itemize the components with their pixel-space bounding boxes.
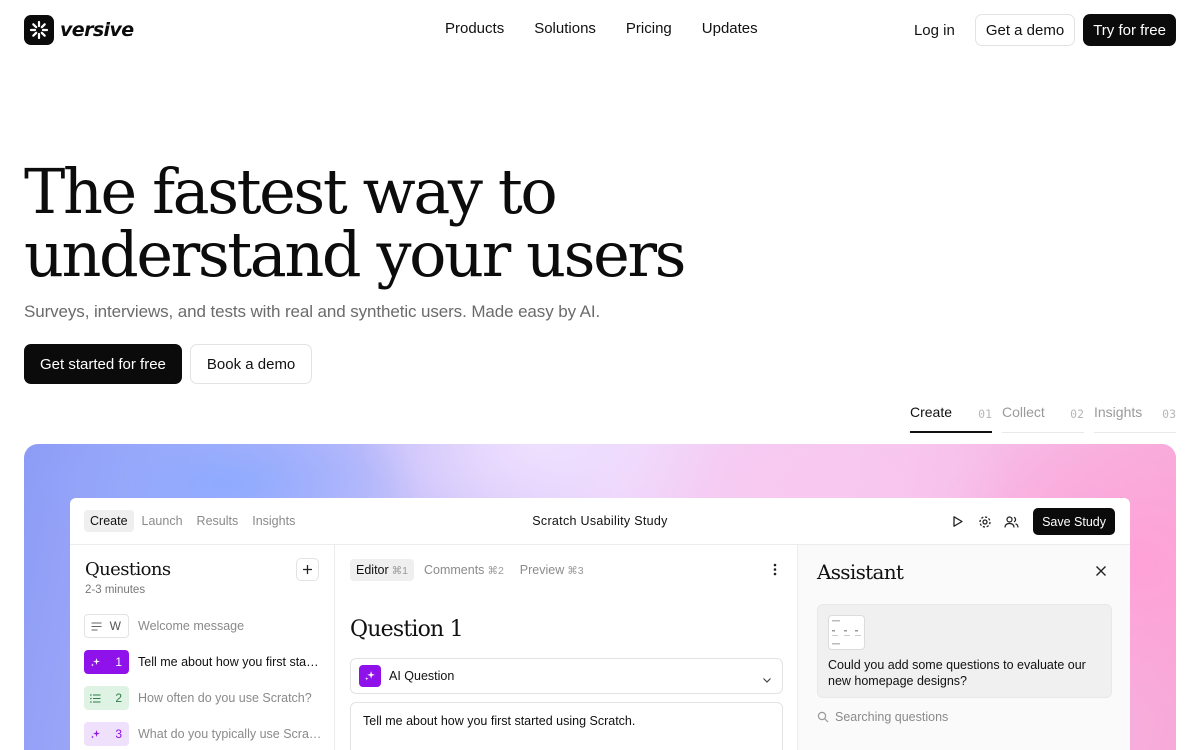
list-icon — [90, 693, 101, 703]
question-badge-label: 2 — [115, 691, 122, 705]
questions-duration: 2-3 minutes — [85, 584, 146, 596]
search-icon — [817, 711, 829, 723]
assistant-panel: Assistant Could you add some questions t… — [798, 545, 1130, 750]
tab-label: Preview — [519, 563, 565, 577]
text-lines-icon — [91, 621, 102, 631]
question-text: Tell me about how you first started usin… — [138, 655, 322, 669]
app-actions: Save Study — [948, 508, 1115, 535]
nav-links: Products Solutions Pricing Updates — [430, 20, 773, 37]
question-type-select[interactable]: AI Question — [350, 658, 783, 694]
top-nav: versive Products Solutions Pricing Updat… — [0, 0, 1200, 60]
chevron-down-icon — [762, 671, 772, 689]
hero-title: The fastest way to understand your users — [24, 160, 784, 286]
question-badge-label: 3 — [115, 727, 122, 741]
step-tab-insights[interactable]: Insights 03 — [1094, 404, 1176, 433]
brand-logo[interactable]: versive — [24, 15, 134, 45]
close-icon[interactable] — [1095, 564, 1107, 582]
shortcut-hint: ⌘2 — [487, 565, 504, 577]
question-badge-label: 1 — [115, 655, 122, 669]
nav-actions: Log in Get a demo Try for free — [902, 14, 1176, 46]
question-badge: W — [84, 614, 129, 638]
book-demo-button[interactable]: Book a demo — [189, 344, 313, 384]
question-item-2[interactable]: 2 How often do you use Scratch? — [84, 686, 324, 710]
try-free-button[interactable]: Try for free — [1083, 14, 1176, 46]
questions-heading: Questions — [85, 559, 171, 580]
get-demo-button[interactable]: Get a demo — [974, 14, 1076, 46]
play-icon[interactable] — [948, 512, 967, 531]
question-text: How often do you use Scratch? — [138, 691, 312, 705]
step-label: Collect — [1002, 404, 1045, 420]
step-label: Insights — [1094, 404, 1143, 420]
editor-tabs: Editor ⌘1 Comments ⌘2 Preview ⌘3 — [350, 559, 590, 581]
assistant-status-text: Searching questions — [835, 710, 949, 724]
question-text: What do you typically use Scratch for? — [138, 727, 322, 741]
more-vertical-icon[interactable] — [773, 563, 777, 581]
shortcut-hint: ⌘3 — [567, 565, 584, 577]
step-tab-collect[interactable]: Collect 02 — [1002, 404, 1084, 433]
get-started-button[interactable]: Get started for free — [24, 344, 182, 384]
tab-comments[interactable]: Comments ⌘2 — [418, 559, 510, 581]
attachment-thumbnail[interactable] — [828, 615, 865, 650]
tab-label: Comments — [424, 563, 485, 577]
step-number: 03 — [1162, 407, 1176, 421]
sparkle-icon — [359, 665, 381, 687]
question-item-welcome[interactable]: W Welcome message — [84, 614, 324, 638]
sparkle-icon — [91, 729, 100, 738]
nav-link-pricing[interactable]: Pricing — [611, 20, 687, 37]
app-preview-window: Create Launch Results Insights Scratch U… — [70, 498, 1130, 750]
question-item-3[interactable]: 3 What do you typically use Scratch for? — [84, 722, 324, 746]
login-link[interactable]: Log in — [902, 22, 967, 39]
question-badge-label: W — [109, 619, 121, 633]
question-badge: 1 — [84, 650, 129, 674]
hero-title-line-2: understand your users — [24, 218, 686, 291]
question-item-1[interactable]: 1 Tell me about how you first started us… — [84, 650, 324, 674]
assistant-user-message: Could you add some questions to evaluate… — [817, 604, 1112, 698]
hero-cta-group: Get started for free Book a demo — [24, 344, 313, 384]
users-icon[interactable] — [1002, 512, 1021, 531]
tab-editor[interactable]: Editor ⌘1 — [350, 559, 414, 581]
editor-panel: Editor ⌘1 Comments ⌘2 Preview ⌘3 Question 1… — [335, 545, 798, 750]
nav-link-products[interactable]: Products — [430, 20, 519, 37]
step-tab-create[interactable]: Create 01 — [910, 404, 992, 433]
assistant-heading: Assistant — [817, 560, 904, 584]
question-title: Question 1 — [350, 617, 464, 642]
question-badge: 3 — [84, 722, 129, 746]
tab-preview[interactable]: Preview ⌘3 — [514, 559, 590, 581]
question-badge: 2 — [84, 686, 129, 710]
assistant-message-text: Could you add some questions to evaluate… — [828, 658, 1086, 688]
plus-icon — [303, 565, 312, 574]
nav-link-updates[interactable]: Updates — [687, 20, 773, 37]
question-prompt-input[interactable]: Tell me about how you first started usin… — [350, 702, 783, 750]
tab-label: Editor — [356, 563, 389, 577]
questions-panel: Questions 2-3 minutes W Welcome message … — [70, 545, 335, 750]
app-toolbar: Create Launch Results Insights Scratch U… — [70, 498, 1130, 545]
step-number: 01 — [978, 407, 992, 421]
sparkle-icon — [91, 657, 100, 666]
settings-gear-icon[interactable] — [975, 512, 994, 531]
logo-mark-icon — [24, 15, 54, 45]
question-text: Welcome message — [138, 619, 245, 633]
step-tabs: Create 01 Collect 02 Insights 03 — [910, 404, 1176, 433]
assistant-status: Searching questions — [817, 710, 948, 724]
question-type-label: AI Question — [389, 669, 455, 683]
nav-link-solutions[interactable]: Solutions — [519, 20, 611, 37]
add-question-button[interactable] — [296, 558, 319, 581]
save-study-button[interactable]: Save Study — [1033, 508, 1115, 535]
brand-name: versive — [60, 19, 134, 41]
step-label: Create — [910, 404, 953, 420]
step-number: 02 — [1070, 407, 1084, 421]
hero-subtitle: Surveys, interviews, and tests with real… — [24, 302, 601, 321]
shortcut-hint: ⌘1 — [391, 565, 408, 577]
question-list: W Welcome message 1 Tell me about how yo… — [84, 614, 324, 750]
